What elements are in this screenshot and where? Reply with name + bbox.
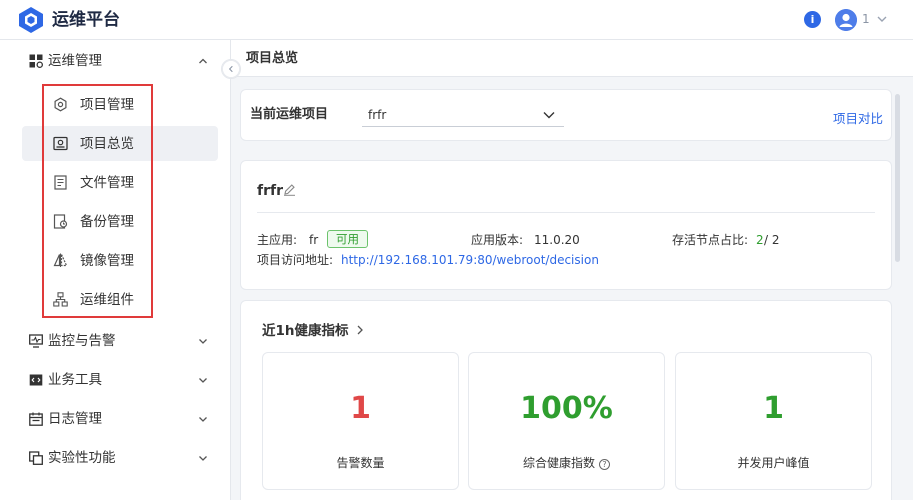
sidebar-item-label: 项目总览 bbox=[80, 136, 134, 152]
sidebar-group-label: 业务工具 bbox=[48, 372, 102, 388]
project-selector-card: 当前运维项目 frfr 项目对比 bbox=[240, 89, 892, 141]
chevron-down-icon bbox=[199, 378, 207, 383]
sidebar-item-label: 备份管理 bbox=[80, 214, 134, 230]
breadcrumb: 项目总览 bbox=[231, 40, 913, 77]
metric-health-index[interactable]: 100% 综合健康指数? bbox=[468, 352, 665, 490]
health-metrics-card: 近1h健康指标 1 告警数量 100% 综合健康指数? 1 并发用户峰值 bbox=[240, 300, 892, 500]
project-compare-link[interactable]: 项目对比 bbox=[833, 111, 883, 127]
health-title[interactable]: 近1h健康指标 bbox=[262, 322, 349, 340]
chevron-right-icon[interactable] bbox=[354, 324, 366, 336]
main-app-label: 主应用: bbox=[257, 233, 298, 247]
flask-window-icon bbox=[29, 451, 43, 465]
chevron-down-icon bbox=[199, 339, 207, 344]
chevron-down-icon[interactable] bbox=[876, 13, 888, 25]
metric-peak-users[interactable]: 1 并发用户峰值 bbox=[675, 352, 872, 490]
access-url-link[interactable]: http://192.168.101.79:80/webroot/decisio… bbox=[341, 252, 599, 268]
alive-nodes-count: 2 bbox=[756, 233, 764, 247]
sidebar-item-backup-management[interactable]: 备份管理 bbox=[22, 204, 218, 239]
project-select-label: 当前运维项目 bbox=[250, 107, 329, 122]
edit-icon[interactable] bbox=[283, 183, 296, 196]
metric-label: 并发用户峰值 bbox=[737, 456, 810, 470]
project-info-card: frfr 主应用: fr 可用 应用版本: 11.0.20 存活节点占比: 2 … bbox=[240, 160, 892, 290]
metric-label: 告警数量 bbox=[336, 456, 385, 470]
metric-value: 1 bbox=[350, 391, 371, 426]
backup-icon bbox=[53, 214, 68, 229]
collapse-sidebar-button[interactable] bbox=[221, 59, 241, 79]
calendar-icon bbox=[29, 412, 43, 426]
metric-label-row: 综合健康指数? bbox=[469, 455, 664, 471]
project-name: frfr bbox=[257, 183, 283, 199]
sidebar-item-project-management[interactable]: 项目管理 bbox=[22, 87, 218, 122]
sidebar-group-monitoring[interactable]: 监控与告警 bbox=[0, 321, 231, 360]
sidebar-group-label: 监控与告警 bbox=[48, 333, 116, 349]
version-value: 11.0.20 bbox=[534, 233, 580, 247]
project-select-dropdown[interactable]: frfr bbox=[362, 104, 564, 127]
sidebar-group-label: 运维管理 bbox=[48, 53, 102, 69]
divider bbox=[257, 212, 875, 213]
overview-icon bbox=[53, 136, 68, 151]
cluster-icon bbox=[53, 292, 68, 307]
project-select-value: frfr bbox=[368, 108, 387, 122]
monitor-icon bbox=[29, 334, 43, 348]
chevron-down-icon bbox=[199, 456, 207, 461]
sidebar-item-label: 文件管理 bbox=[80, 175, 134, 191]
code-box-icon bbox=[29, 374, 43, 386]
app-title: 运维平台 bbox=[52, 10, 120, 30]
sidebar-item-label: 运维组件 bbox=[80, 292, 134, 308]
gear-icon bbox=[54, 97, 67, 112]
sidebar-item-project-overview[interactable]: 项目总览 bbox=[22, 126, 218, 161]
sidebar-item-file-management[interactable]: 文件管理 bbox=[22, 165, 218, 200]
alive-nodes-label: 存活节点占比: bbox=[672, 233, 749, 247]
image-icon bbox=[53, 253, 68, 267]
sidebar-group-log-management[interactable]: 日志管理 bbox=[0, 399, 231, 438]
metric-label: 综合健康指数 bbox=[522, 456, 595, 470]
version-label: 应用版本: bbox=[471, 233, 524, 247]
chevron-down-icon bbox=[543, 112, 555, 119]
sidebar: 运维管理 项目管理 项目总览 文件管理 备份管理 镜像管理 运维组件 监控与告警… bbox=[0, 40, 231, 500]
sidebar-group-experimental[interactable]: 实验性功能 bbox=[0, 438, 231, 477]
logo-icon bbox=[19, 7, 43, 33]
metric-value: 100% bbox=[520, 391, 613, 426]
main-app-value: fr bbox=[309, 233, 319, 247]
status-badge: 可用 bbox=[327, 230, 368, 248]
info-icon[interactable]: i bbox=[804, 11, 821, 28]
user-name[interactable]: 1 bbox=[862, 11, 870, 27]
chevron-up-icon bbox=[199, 58, 207, 64]
avatar[interactable] bbox=[835, 9, 857, 31]
metric-alert-count[interactable]: 1 告警数量 bbox=[262, 352, 459, 490]
sidebar-item-ops-components[interactable]: 运维组件 bbox=[22, 282, 218, 317]
file-icon bbox=[54, 175, 67, 190]
total-nodes-count: / 2 bbox=[764, 233, 780, 247]
sidebar-group-label: 日志管理 bbox=[48, 411, 102, 427]
scrollbar[interactable] bbox=[895, 94, 900, 262]
chevron-down-icon bbox=[199, 417, 207, 422]
help-icon[interactable]: ? bbox=[599, 459, 610, 470]
sidebar-group-label: 实验性功能 bbox=[48, 450, 116, 466]
access-url-label: 项目访问地址: bbox=[257, 253, 334, 267]
page-title: 项目总览 bbox=[246, 51, 299, 66]
sidebar-item-label: 镜像管理 bbox=[80, 253, 134, 269]
grid-icon bbox=[29, 54, 43, 68]
sidebar-item-image-management[interactable]: 镜像管理 bbox=[22, 243, 218, 278]
top-bar: 运维平台 i 1 bbox=[0, 0, 913, 40]
sidebar-item-label: 项目管理 bbox=[80, 97, 134, 113]
metric-value: 1 bbox=[763, 391, 784, 426]
sidebar-group-business-tools[interactable]: 业务工具 bbox=[0, 360, 231, 399]
sidebar-group-ops[interactable]: 运维管理 bbox=[0, 41, 231, 80]
